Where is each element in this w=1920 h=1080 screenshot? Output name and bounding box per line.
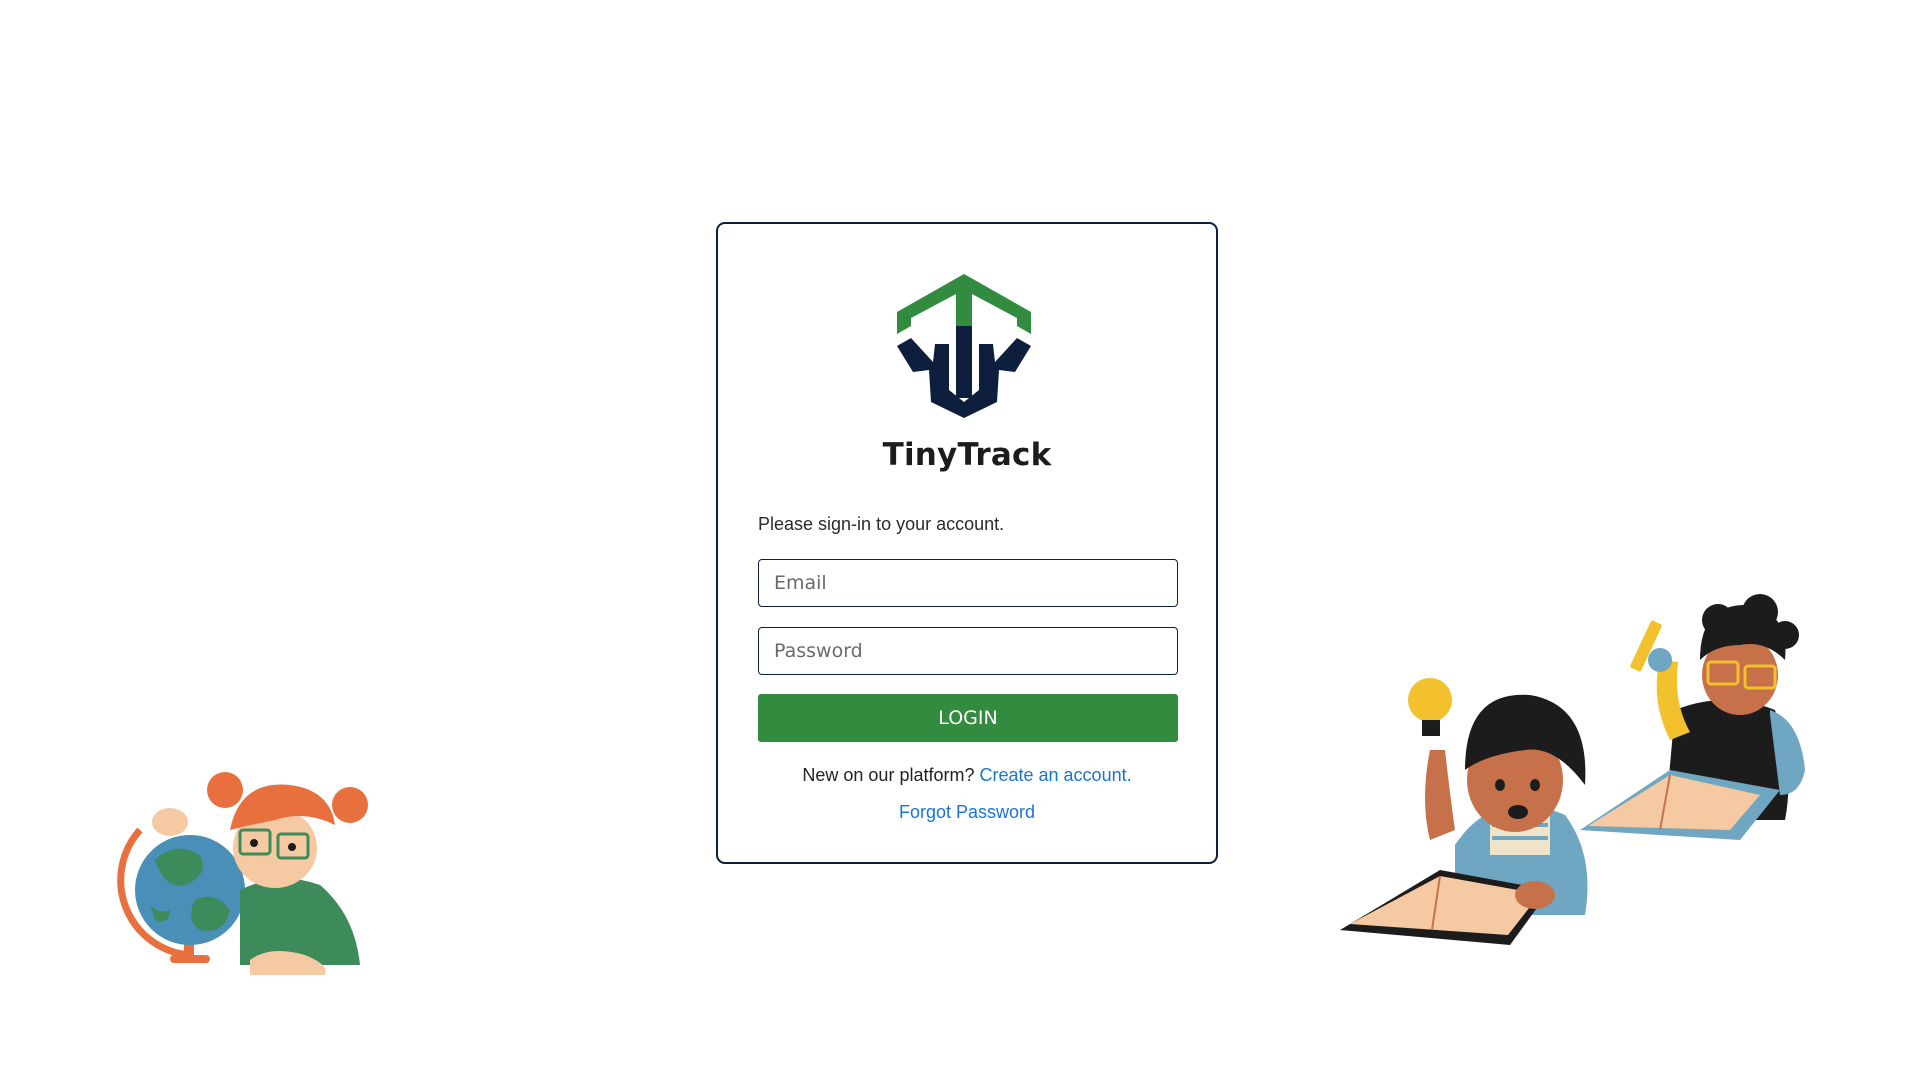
create-account-link[interactable]: Create an account.	[980, 765, 1132, 785]
kid-with-globe-illustration	[117, 772, 368, 975]
forgot-password-link[interactable]: Forgot Password	[899, 802, 1035, 822]
login-button[interactable]: LOGIN	[758, 694, 1178, 742]
tinytrack-logo-icon	[897, 274, 1031, 418]
login-card: TinyTrack Please sign-in to your account…	[716, 222, 1218, 864]
kids-reading-illustration	[1340, 594, 1805, 945]
signup-text: New on our platform?	[802, 765, 975, 785]
password-field[interactable]	[758, 627, 1178, 675]
sign-in-prompt: Please sign-in to your account.	[758, 514, 1005, 534]
forgot-row: Forgot Password	[718, 802, 1216, 823]
signup-row: New on our platform? Create an account.	[718, 765, 1216, 786]
brand-title: TinyTrack	[882, 437, 1052, 473]
email-field[interactable]	[758, 559, 1178, 607]
